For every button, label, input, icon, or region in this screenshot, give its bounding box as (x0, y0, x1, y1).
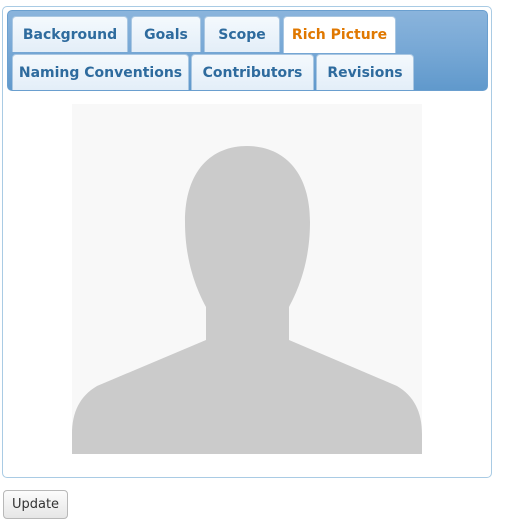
tab-naming-conventions[interactable]: Naming Conventions (12, 54, 189, 90)
tab-background[interactable]: Background (12, 16, 128, 52)
tab-contributors[interactable]: Contributors (191, 54, 314, 90)
tab-revisions[interactable]: Revisions (316, 54, 414, 90)
person-silhouette-icon (72, 146, 422, 454)
tab-goals[interactable]: Goals (131, 16, 201, 52)
tab-scope[interactable]: Scope (204, 16, 280, 52)
tab-bar: Background Goals Scope Rich Picture Nami… (7, 10, 488, 91)
tab-rich-picture[interactable]: Rich Picture (283, 16, 396, 53)
rich-picture-image (72, 104, 422, 454)
update-button[interactable]: Update (3, 490, 68, 519)
